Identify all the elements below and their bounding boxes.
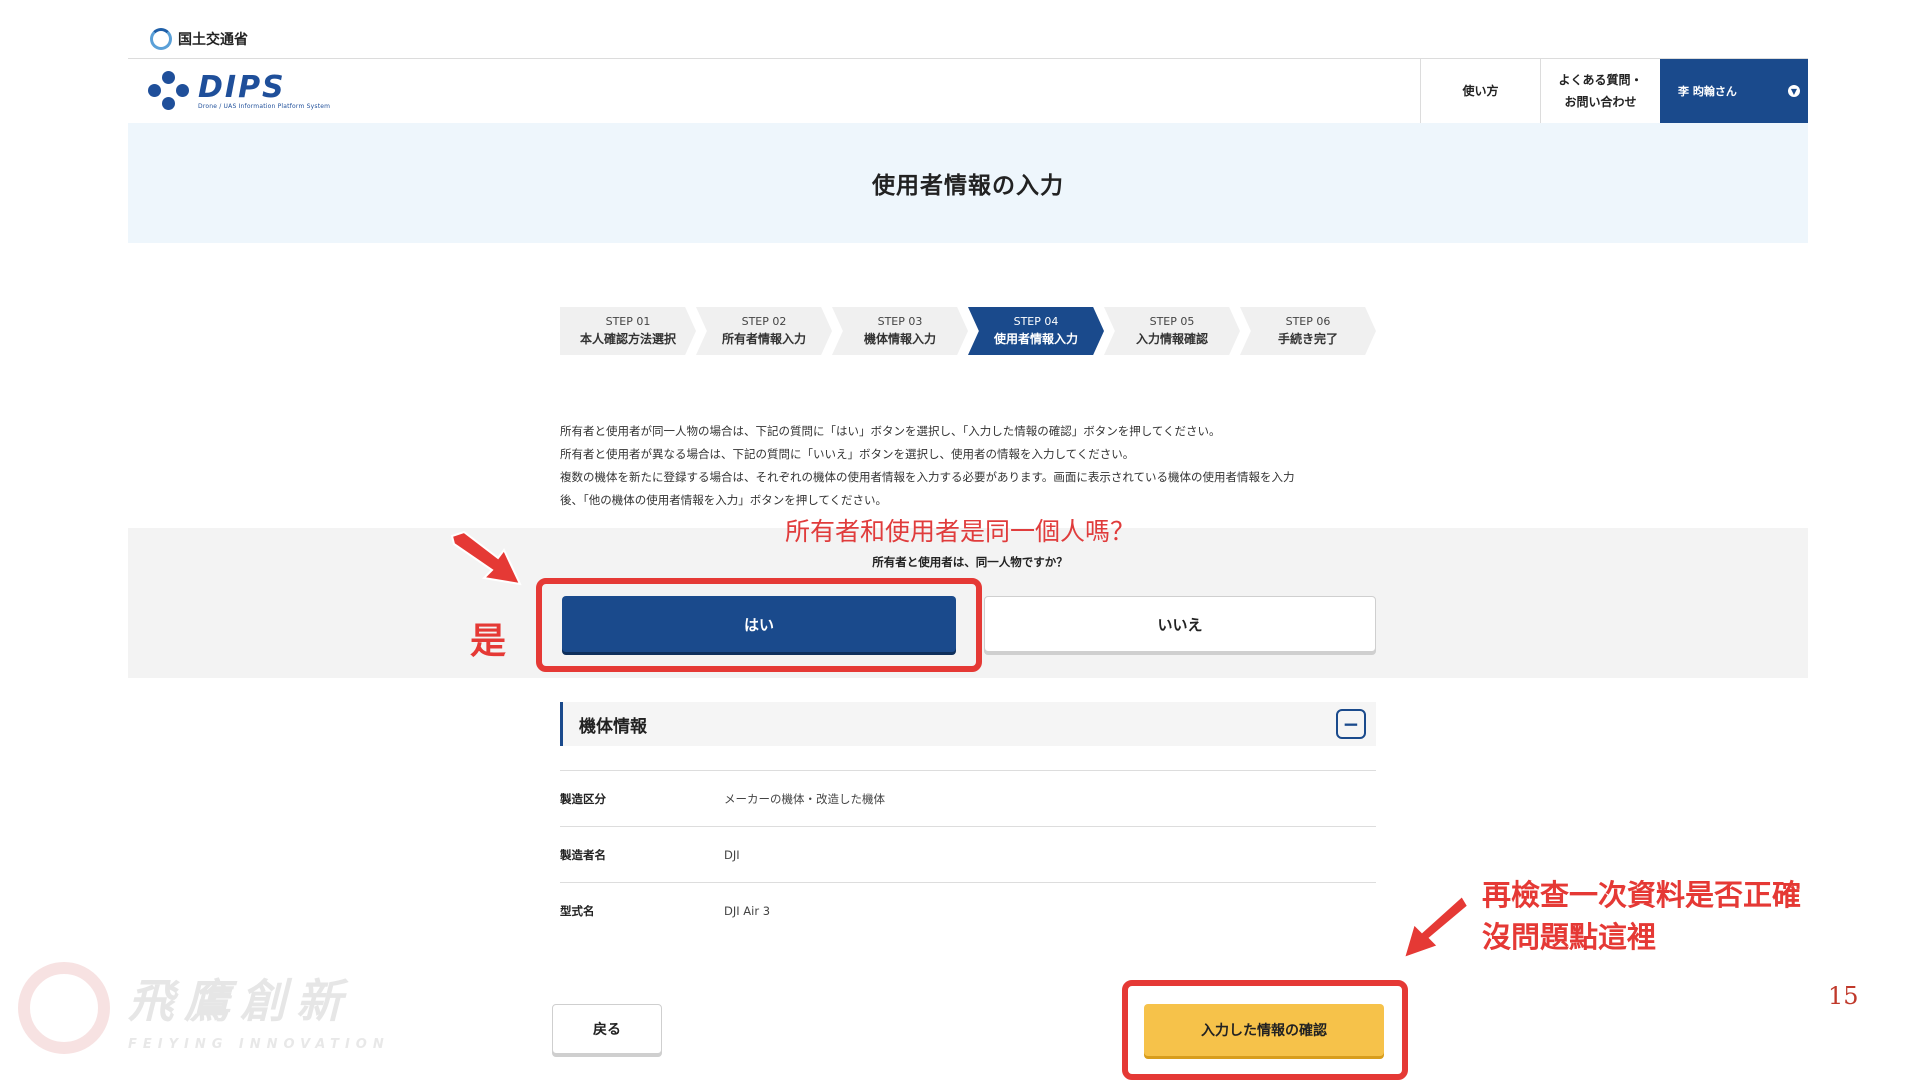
instruction-line: 複数の機体を新たに登録する場合は、それぞれの機体の使用者情報を入力する必要があり… [560,470,1295,484]
row-value: DJI [724,847,740,862]
nav-usage[interactable]: 使い方 [1420,59,1540,123]
annotation-highlight-yes [536,578,982,672]
airframe-section-header[interactable]: 機体情報 − [560,702,1376,746]
table-row: 製造者名 DJI [560,826,1376,882]
nav-faq-label-2: お問い合わせ [1564,95,1637,109]
app-header: DIPS Drone / UAS Information Platform Sy… [128,59,1808,123]
no-button[interactable]: いいえ [984,596,1376,652]
annotation-highlight-confirm [1122,980,1408,1080]
row-key: 製造区分 [560,791,606,806]
step-number: STEP 02 [741,315,787,328]
instruction-line: 所有者と使用者が異なる場合は、下記の質問に「いいえ」ボタンを選択し、使用者の情報… [560,447,1135,461]
step-02: STEP 02 所有者情報入力 [696,307,832,355]
chevron-down-icon: ▼ [1788,85,1800,97]
nav-usage-label: 使い方 [1462,84,1499,98]
watermark-logo-icon [18,962,110,1054]
annotation-check: 再檢查一次資料是否正確 沒問題點這裡 [1482,874,1801,958]
step-label: 所有者情報入力 [721,332,806,346]
row-key: 型式名 [560,903,595,918]
step-03: STEP 03 機体情報入力 [832,307,968,355]
watermark: 飛鷹創新 FEIYING INNOVATION [18,962,390,1054]
user-menu[interactable]: 李 昀翰さん ▼ [1660,59,1808,123]
airframe-section-title: 機体情報 [579,716,647,737]
row-key: 製造者名 [560,847,606,862]
annotation-check-line-1: 再檢查一次資料是否正確 [1482,878,1802,912]
logo-wordmark: DIPS [198,69,286,105]
dips-logo[interactable]: DIPS Drone / UAS Information Platform Sy… [128,59,1420,123]
instruction-line: 所有者と使用者が同一人物の場合は、下記の質問に「はい」ボタンを選択し、「入力した… [560,424,1221,438]
step-number: STEP 06 [1285,315,1331,328]
page-number: 15 [1828,982,1859,1010]
ministry-name: 国土交通省 [178,32,248,48]
airframe-info-table: 製造区分 メーカーの機体・改造した機体 製造者名 DJI 型式名 DJI Air… [560,770,1376,938]
step-label: 手続き完了 [1277,332,1338,346]
nav-faq-label-1: よくある質問・ [1558,73,1643,87]
row-value: メーカーの機体・改造した機体 [724,791,885,806]
step-05: STEP 05 入力情報確認 [1104,307,1240,355]
step-label: 機体情報入力 [863,332,936,346]
row-value: DJI Air 3 [724,903,771,918]
watermark-text-en: FEIYING INNOVATION [128,1036,390,1052]
watermark-text-cn: 飛鷹創新 [128,973,352,1028]
logo-subtitle: Drone / UAS Information Platform System [198,102,331,110]
table-row: 型式名 DJI Air 3 [560,882,1376,938]
annotation-arrow-icon [450,530,522,586]
step-06: STEP 06 手続き完了 [1240,307,1376,355]
step-number: STEP 04 [1013,315,1059,328]
step-number: STEP 01 [605,315,651,328]
step-number: STEP 03 [877,315,923,328]
progress-steps: STEP 01 本人確認方法選択 STEP 02 所有者情報入力 STEP 03… [560,307,1376,355]
nav-faq[interactable]: よくある質問・ お問い合わせ [1540,59,1660,123]
annotation-arrow-icon [1402,894,1470,960]
step-number: STEP 05 [1149,315,1195,328]
step-label: 使用者情報入力 [993,332,1078,346]
step-label: 入力情報確認 [1135,332,1208,346]
question-text: 所有者と使用者は、同一人物ですか？ [872,555,1068,569]
instruction-line: 後、「他の機体の使用者情報を入力」ボタンを押してください。 [560,493,888,507]
ministry-logo-icon [150,28,172,50]
annotation-check-line-2: 沒問題點這裡 [1482,920,1657,954]
user-name: 李 昀翰さん [1678,85,1737,98]
page-title: 使用者情報の入力 [872,173,1064,199]
title-band: 使用者情報の入力 [128,123,1808,243]
back-button[interactable]: 戻る [552,1004,662,1054]
dips-logo-icon [148,71,190,111]
table-row: 製造区分 メーカーの機体・改造した機体 [560,770,1376,826]
instructions: 所有者と使用者が同一人物の場合は、下記の質問に「はい」ボタンを選択し、「入力した… [560,420,1380,512]
step-01: STEP 01 本人確認方法選択 [560,307,696,355]
step-04-active: STEP 04 使用者情報入力 [968,307,1104,355]
step-label: 本人確認方法選択 [579,332,676,346]
ministry-header: 国土交通省 [150,26,248,52]
annotation-question: 所有者和使用者是同一個人嗎？ [784,517,1135,546]
annotation-yes: 是 [470,621,507,662]
collapse-icon[interactable]: − [1336,709,1366,739]
